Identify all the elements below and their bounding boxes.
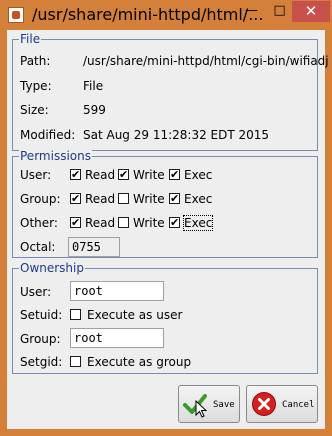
- check-icon: ✔: [170, 168, 180, 181]
- save-button-label: Save: [213, 400, 235, 410]
- setuid-label: Setuid:: [20, 308, 63, 322]
- group-exec-label: Exec: [184, 192, 213, 206]
- mouse-cursor-icon: [195, 400, 207, 418]
- modified-label: Modified:: [20, 128, 76, 142]
- size-value: 599: [83, 103, 106, 117]
- ownership-legend: Ownership: [19, 261, 85, 275]
- check-icon: ✔: [71, 168, 81, 181]
- type-label: Type:: [20, 79, 52, 93]
- modified-value: Sat Aug 29 11:28:32 EDT 2015: [83, 128, 270, 142]
- permissions-group: Permissions User: ✔ Read ✔ Write ✔ Exec …: [12, 149, 318, 258]
- other-write-checkbox[interactable]: [118, 217, 129, 228]
- dialog-window: /usr/share/mini-httpd/html/... — □ ✕ Fil…: [0, 0, 332, 436]
- other-read-checkbox[interactable]: ✔: [70, 217, 81, 228]
- close-button[interactable]: ✕: [292, 1, 330, 22]
- check-icon: ✔: [71, 192, 81, 205]
- check-icon: ✔: [170, 192, 180, 205]
- size-label: Size:: [20, 103, 49, 117]
- other-exec-checkbox[interactable]: ✔: [169, 217, 180, 228]
- cancel-button-label: Cancel: [282, 400, 315, 410]
- setgid-checkbox-label: Execute as group: [87, 355, 192, 369]
- ownership-group: Ownership User: root Setuid: Execute as …: [12, 261, 318, 374]
- setuid-checkbox-label: Execute as user: [87, 308, 183, 322]
- user-exec-checkbox[interactable]: ✔: [169, 169, 180, 180]
- perm-group-label: Group:: [20, 192, 61, 206]
- file-legend: File: [19, 32, 42, 46]
- type-value: File: [83, 79, 104, 93]
- perm-user-label: User:: [20, 168, 52, 182]
- minimize-button[interactable]: —: [238, 1, 265, 22]
- other-write-label: Write: [133, 216, 165, 230]
- save-button[interactable]: Save: [178, 385, 240, 423]
- octal-label: Octal:: [20, 240, 56, 254]
- file-group: File Path: /usr/share/mini-httpd/html/cg…: [12, 32, 329, 151]
- title-bar[interactable]: /usr/share/mini-httpd/html/... — □ ✕: [0, 0, 332, 31]
- user-read-checkbox[interactable]: ✔: [70, 169, 81, 180]
- other-read-label: Read: [85, 216, 116, 230]
- user-write-checkbox[interactable]: ✔: [118, 169, 129, 180]
- path-value: /usr/share/mini-httpd/html/cgi-bin/wifia…: [83, 54, 329, 68]
- path-label: Path:: [20, 54, 51, 68]
- other-exec-label: Exec: [182, 215, 214, 231]
- cancel-button[interactable]: Cancel: [246, 385, 318, 423]
- group-exec-checkbox[interactable]: ✔: [169, 193, 180, 204]
- permissions-legend: Permissions: [19, 149, 92, 163]
- java-app-icon: [8, 7, 24, 23]
- window-title: /usr/share/mini-httpd/html/...: [32, 5, 264, 24]
- setuid-checkbox[interactable]: [70, 309, 81, 320]
- group-read-checkbox[interactable]: ✔: [70, 193, 81, 204]
- check-icon: ✔: [170, 216, 180, 229]
- user-exec-label: Exec: [184, 168, 213, 182]
- setgid-checkbox[interactable]: [70, 356, 81, 367]
- check-icon: ✔: [119, 168, 129, 181]
- user-read-label: Read: [85, 168, 116, 182]
- owner-user-label: User:: [20, 285, 52, 299]
- group-read-label: Read: [85, 192, 116, 206]
- owner-group-label: Group:: [20, 332, 61, 346]
- check-icon: ✔: [71, 216, 81, 229]
- perm-other-label: Other:: [20, 216, 58, 230]
- user-write-label: Write: [133, 168, 165, 182]
- owner-group-field[interactable]: root: [70, 328, 164, 348]
- group-write-label: Write: [133, 192, 165, 206]
- group-write-checkbox[interactable]: [118, 193, 129, 204]
- octal-field[interactable]: 0755: [68, 237, 120, 257]
- dialog-content: File Path: /usr/share/mini-httpd/html/cg…: [7, 30, 329, 429]
- owner-user-field[interactable]: root: [70, 281, 164, 301]
- setgid-label: Setgid:: [20, 355, 63, 369]
- cancel-x-icon: [252, 392, 276, 416]
- maximize-button[interactable]: □: [266, 1, 293, 22]
